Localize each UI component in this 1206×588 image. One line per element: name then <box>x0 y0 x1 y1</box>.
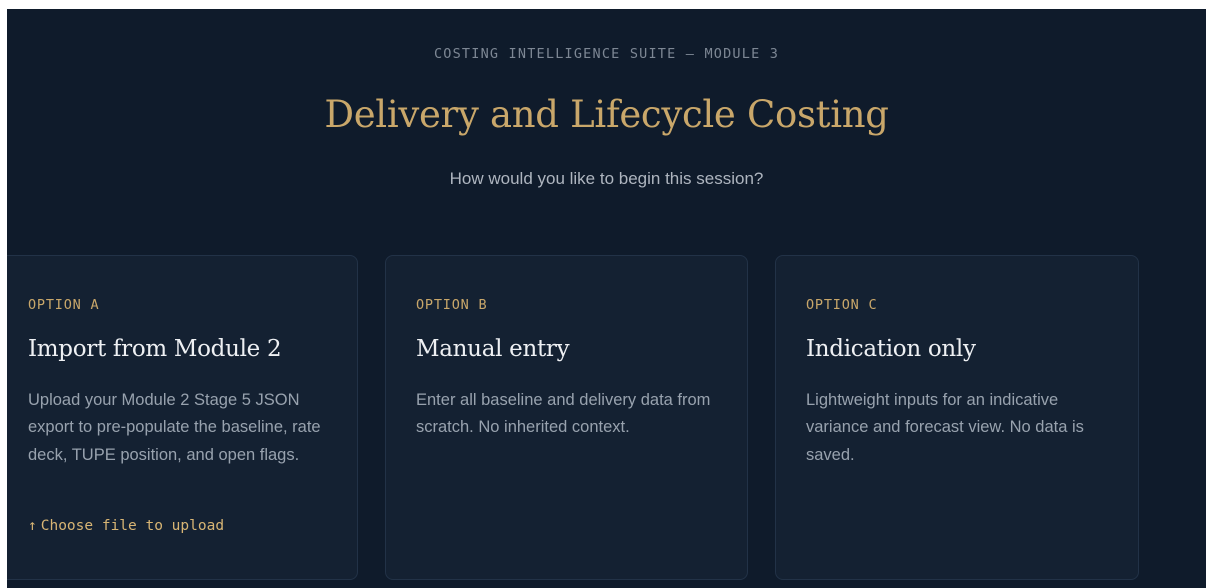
option-tag: OPTION C <box>806 297 878 313</box>
option-description: Upload your Module 2 Stage 5 JSON export… <box>28 391 321 464</box>
option-title: Import from Module 2 <box>28 336 282 362</box>
app-container: COSTING INTELLIGENCE SUITE — MODULE 3 De… <box>7 9 1206 588</box>
option-description: Enter all baseline and delivery data fro… <box>416 391 711 437</box>
page-title: Delivery and Lifecycle Costing <box>324 93 889 136</box>
option-description: Lightweight inputs for an indicative var… <box>806 391 1084 464</box>
module-eyebrow: COSTING INTELLIGENCE SUITE — MODULE 3 <box>433 46 780 62</box>
option-tag: OPTION B <box>416 297 488 313</box>
option-title: Manual entry <box>416 336 570 362</box>
option-card-manual-entry[interactable]: OPTION B Manual entry Enter all baseline… <box>385 255 748 580</box>
choose-file-upload-button[interactable]: ↑ Choose file to upload <box>28 518 224 534</box>
option-card-indication-only[interactable]: OPTION C Indication only Lightweight inp… <box>775 255 1139 580</box>
option-tag: OPTION A <box>28 297 100 313</box>
option-card-import[interactable]: OPTION A Import from Module 2 Upload you… <box>7 255 358 580</box>
page-subtitle: How would you like to begin this session… <box>449 169 764 188</box>
upload-label: Choose file to upload <box>40 518 225 534</box>
option-title: Indication only <box>806 336 976 362</box>
upload-arrow-icon: ↑ <box>28 518 37 534</box>
